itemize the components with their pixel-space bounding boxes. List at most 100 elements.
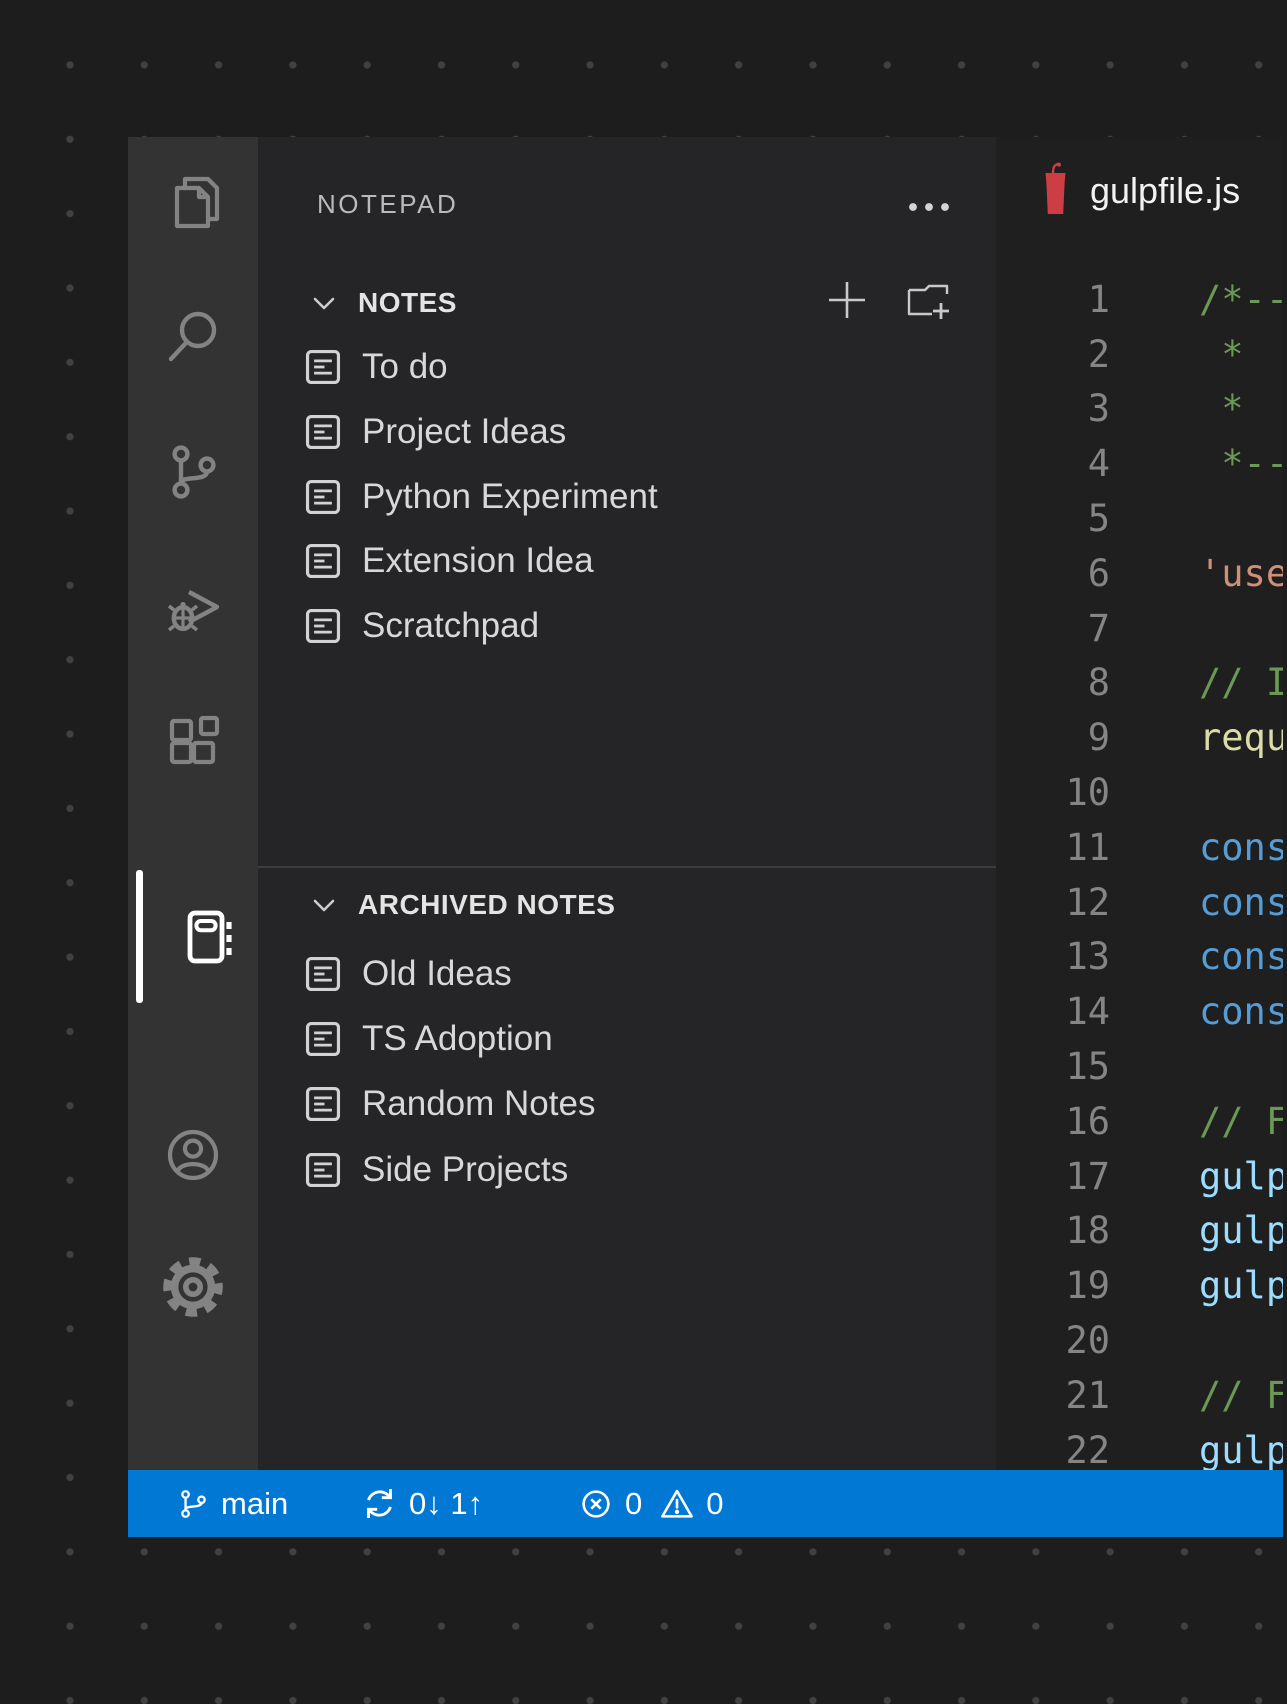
line-number: 5 [996,497,1110,540]
code-text: // F [1199,1374,1283,1417]
line-number: 3 [996,387,1110,430]
code-text: * [1199,333,1244,376]
settings-button[interactable] [161,1255,225,1319]
code-area[interactable]: 1 /*---- 2 * 3 * 4 * [996,272,1283,1470]
note-list-item[interactable]: Extension Idea [258,529,996,594]
sync-icon [361,1485,398,1522]
section-label: ARCHIVED NOTES [358,889,615,921]
line-number: 7 [996,607,1110,650]
note-icon [305,479,341,515]
new-folder-button[interactable] [905,277,951,323]
section-header-notes[interactable]: NOTES [258,283,457,323]
chevron-down-icon [310,891,338,919]
note-label: Side Projects [362,1150,568,1190]
more-actions-icon[interactable] [903,195,959,219]
status-bar: main 0↓ 1↑ [128,1470,1283,1537]
sidebar-item-run-debug[interactable] [161,575,225,639]
line-number: 20 [996,1319,1110,1362]
line-number: 8 [996,661,1110,704]
sidebar-item-source-control[interactable] [161,440,225,504]
code-line: 20 [996,1313,1283,1368]
code-text: gulp [1199,1155,1283,1198]
code-line: 7 [996,601,1283,656]
sidebar-notepad-panel: NOTEPAD NOTES [258,137,996,1470]
code-line: 14 const [996,984,1283,1039]
account-button[interactable] [161,1123,225,1187]
note-list-item[interactable]: TS Adoption [258,1006,996,1071]
code-line: 18 gulp [996,1204,1283,1259]
branch-status-item[interactable]: main [176,1470,288,1537]
note-icon [305,1086,341,1122]
line-number: 17 [996,1155,1110,1198]
source-control-icon [161,440,225,504]
code-text: requ [1199,716,1283,759]
note-list-item[interactable]: Old Ideas [258,941,996,1006]
note-list-item[interactable]: To do [258,335,996,400]
line-number: 10 [996,771,1110,814]
extensions-icon [161,710,225,774]
note-label: TS Adoption [362,1019,553,1059]
git-branch-icon [176,1487,210,1521]
chevron-down-icon [310,289,338,317]
sidebar-item-notepad[interactable] [176,905,240,969]
note-list-item[interactable]: Project Ideas [258,400,996,465]
warning-count: 0 [706,1486,723,1522]
gulp-cup-icon [1043,162,1068,216]
section-header-archived-notes[interactable]: ARCHIVED NOTES [258,885,615,925]
sidebar-item-search[interactable] [161,305,225,369]
code-text: const [1199,826,1283,869]
note-list-item[interactable]: Python Experiment [258,464,996,529]
code-text: * [1199,387,1244,430]
note-list-item[interactable]: Random Notes [258,1072,996,1137]
code-line: 1 /*---- [996,272,1283,327]
gear-icon [161,1255,225,1319]
note-label: Python Experiment [362,477,658,517]
vscode-window: NOTEPAD NOTES [128,137,1283,1537]
code-line: 16 // F [996,1094,1283,1149]
line-number: 22 [996,1429,1110,1470]
warning-icon [659,1486,695,1522]
line-number: 6 [996,552,1110,595]
code-line: 8 // I [996,656,1283,711]
debug-icon [161,575,225,639]
code-line: 9 requ [996,710,1283,765]
note-label: To do [362,347,448,387]
sync-status-item[interactable]: 0↓ 1↑ [361,1470,483,1537]
line-number: 4 [996,442,1110,485]
line-number: 11 [996,826,1110,869]
sidebar-item-explorer[interactable] [161,170,225,234]
code-line: 22 gulp [996,1423,1283,1470]
error-count: 0 [625,1486,642,1522]
code-text: 'use [1199,552,1283,595]
tab-label: gulpfile.js [1090,170,1240,212]
note-icon [305,543,341,579]
code-text: /*---- [1199,278,1283,321]
code-line: 12 const [996,875,1283,930]
code-text: *---- [1199,442,1283,485]
tab-gulpfile-js[interactable]: gulpfile.js [996,137,1283,237]
note-icon [305,414,341,450]
line-number: 9 [996,716,1110,759]
note-list-item[interactable]: Scratchpad [258,594,996,659]
note-label: Random Notes [362,1084,595,1124]
line-number: 18 [996,1209,1110,1252]
code-line: 6 'use [996,546,1283,601]
plus-icon [825,309,869,326]
note-label: Project Ideas [362,412,566,452]
note-list-item[interactable]: Side Projects [258,1137,996,1202]
sidebar-item-extensions[interactable] [161,710,225,774]
line-number: 2 [996,333,1110,376]
code-line: 19 gulp [996,1258,1283,1313]
code-text: // F [1199,1100,1283,1143]
editor-pane: gulpfile.js 1 /*---- 2 * 3 [996,137,1283,1470]
code-line: 2 * [996,327,1283,382]
problems-status-item[interactable]: 0 0 [578,1470,724,1537]
new-note-button[interactable] [825,278,869,322]
activity-bar [128,137,258,1470]
line-number: 13 [996,935,1110,978]
code-line: 5 [996,491,1283,546]
line-number: 16 [996,1100,1110,1143]
active-tab-indicator [136,870,143,1003]
screenshot-root: NOTEPAD NOTES [0,0,1287,1704]
note-icon [305,1152,341,1188]
